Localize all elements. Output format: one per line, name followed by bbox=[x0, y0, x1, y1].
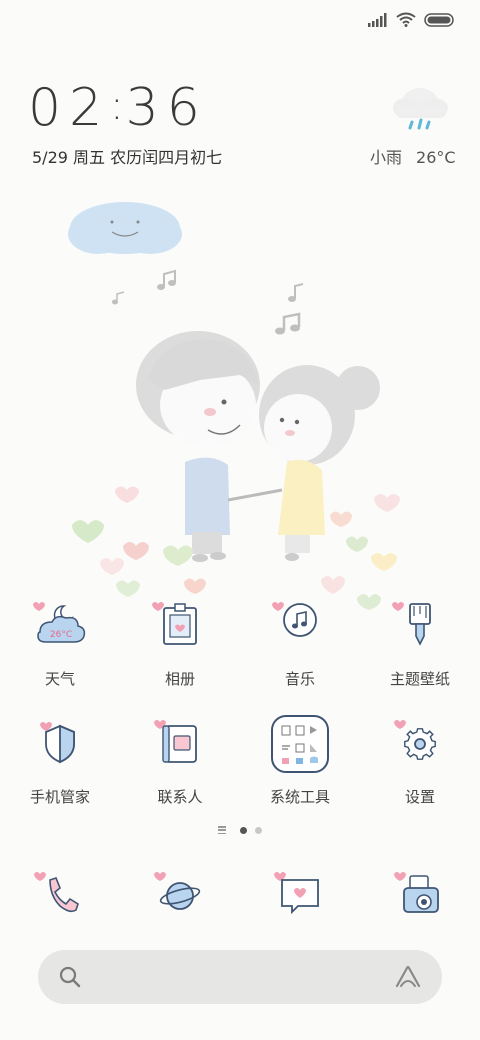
wifi-icon bbox=[396, 12, 416, 27]
signal-icon bbox=[368, 12, 387, 27]
dock-phone[interactable] bbox=[0, 866, 120, 926]
menu-lines-icon[interactable] bbox=[218, 826, 226, 834]
page-dot-active[interactable] bbox=[240, 826, 247, 834]
app-label: 手机管家 bbox=[29, 788, 90, 806]
app-label: 主题壁纸 bbox=[389, 670, 450, 688]
app-security[interactable]: 手机管家 bbox=[0, 714, 120, 807]
hearts-decoration bbox=[72, 486, 400, 610]
music-icon bbox=[272, 602, 317, 637]
app-label: 相册 bbox=[164, 670, 195, 688]
app-label: 天气 bbox=[44, 670, 75, 688]
app-weather[interactable]: 26°C 天气 bbox=[0, 596, 120, 689]
app-contacts[interactable]: 联系人 bbox=[120, 714, 240, 807]
theme-brush-icon bbox=[392, 602, 431, 646]
shield-icon bbox=[40, 722, 75, 764]
status-icons bbox=[368, 12, 454, 27]
dock-camera[interactable] bbox=[360, 866, 480, 926]
app-tools-folder[interactable]: 系统工具 bbox=[240, 714, 360, 807]
page-indicator[interactable] bbox=[0, 826, 480, 834]
app-label: 联系人 bbox=[157, 788, 203, 806]
contacts-book-icon bbox=[154, 720, 197, 763]
dock bbox=[0, 866, 480, 926]
weather-icon-temp: 26°C bbox=[50, 630, 72, 640]
page-dot[interactable] bbox=[255, 826, 262, 834]
app-label: 系统工具 bbox=[269, 788, 330, 806]
clock-hour: 02 bbox=[28, 78, 111, 138]
clock-separator: : bbox=[110, 83, 126, 129]
lock-clock[interactable]: 02:36 bbox=[28, 78, 208, 138]
weather-icon: 26°C bbox=[33, 602, 86, 643]
app-theme[interactable]: 主题壁纸 bbox=[360, 596, 480, 689]
app-settings[interactable]: 设置 bbox=[360, 714, 480, 807]
dock-messages[interactable] bbox=[240, 866, 360, 926]
app-grid-row-1: 26°C 天气 相册 音乐 主题壁纸 bbox=[0, 596, 480, 689]
search-bar[interactable] bbox=[38, 950, 442, 1004]
search-icon[interactable] bbox=[58, 965, 82, 989]
app-label: 设置 bbox=[404, 788, 435, 806]
status-bar bbox=[0, 0, 480, 40]
clock-minute: 36 bbox=[125, 78, 208, 138]
gear-icon bbox=[394, 720, 436, 760]
weather-temperature: 26°C bbox=[416, 148, 456, 167]
gallery-icon bbox=[152, 602, 197, 645]
browser-planet-icon bbox=[154, 872, 201, 910]
app-gallery[interactable]: 相册 bbox=[120, 596, 240, 689]
weather-summary[interactable]: 小雨 26°C bbox=[370, 144, 456, 168]
phone-icon bbox=[34, 872, 79, 913]
tools-folder-icon bbox=[271, 715, 329, 773]
app-music[interactable]: 音乐 bbox=[240, 596, 360, 689]
camera-icon bbox=[394, 872, 439, 913]
app-grid-row-2: 手机管家 联系人 系统工具 设置 bbox=[0, 714, 480, 807]
weather-condition: 小雨 bbox=[370, 148, 403, 167]
smiling-cloud-icon bbox=[68, 202, 182, 254]
wallpaper-illustration bbox=[68, 202, 400, 610]
music-notes-icon bbox=[112, 269, 304, 335]
boy-figure bbox=[136, 331, 260, 562]
dock-browser[interactable] bbox=[120, 866, 240, 926]
message-icon bbox=[274, 872, 319, 915]
app-label: 音乐 bbox=[284, 670, 315, 688]
date-lunar[interactable]: 5/29 周五 农历闰四月初七 bbox=[32, 144, 222, 168]
rain-cloud-icon[interactable] bbox=[388, 80, 452, 138]
voice-assistant-icon[interactable] bbox=[394, 964, 422, 990]
battery-icon bbox=[424, 12, 454, 27]
